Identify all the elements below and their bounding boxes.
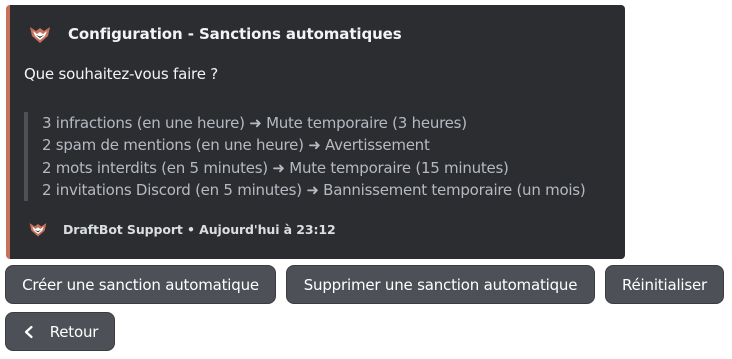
embed-author: Configuration - Sanctions automatiques: [28, 22, 402, 46]
create-sanction-button[interactable]: Créer une sanction automatique: [5, 265, 276, 304]
embed-card: Configuration - Sanctions automatiques Q…: [6, 5, 625, 259]
back-label: Retour: [49, 322, 99, 341]
rule-item: 2 invitations Discord (en 5 minutes) ➜ B…: [42, 180, 586, 199]
reset-button[interactable]: Réinitialiser: [605, 265, 724, 304]
delete-sanction-label: Supprimer une sanction automatique: [303, 275, 578, 294]
embed-description: Que souhaitez-vous faire ?: [24, 65, 219, 83]
rule-item: 3 infractions (en une heure) ➜ Mute temp…: [42, 114, 467, 132]
reset-label: Réinitialiser: [621, 275, 707, 294]
back-button[interactable]: Retour: [5, 312, 115, 351]
rules-quote-block: 3 infractions (en une heure) ➜ Mute temp…: [24, 112, 614, 202]
footer-text: DraftBot Support • Aujourd'hui à 23:12: [63, 221, 336, 237]
chevron-left-icon: [22, 325, 36, 339]
rule-item: 2 spam de mentions (en une heure) ➜ Aver…: [42, 136, 430, 155]
create-sanction-label: Créer une sanction automatique: [22, 275, 259, 294]
embed-title: Configuration - Sanctions automatiques: [68, 25, 402, 43]
embed-footer: DraftBot Support • Aujourd'hui à 23:12: [28, 219, 336, 239]
draftbot-logo-icon: [28, 219, 48, 239]
draftbot-logo-icon: [28, 22, 52, 46]
rule-item: 2 mots interdits (en 5 minutes) ➜ Mute t…: [42, 158, 509, 177]
delete-sanction-button[interactable]: Supprimer une sanction automatique: [286, 265, 595, 304]
